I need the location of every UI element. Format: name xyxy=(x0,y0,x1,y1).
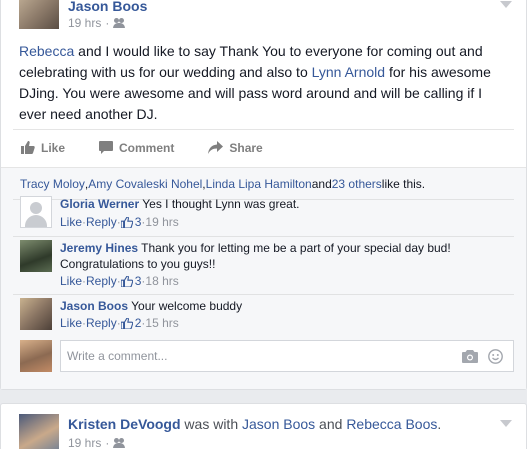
comment-body: Jason Boos Your welcome buddy xyxy=(60,298,514,314)
like-label: Like xyxy=(41,140,66,155)
commenter-avatar[interactable] xyxy=(20,240,52,272)
liker-link[interactable]: Tracy Moloy xyxy=(20,177,85,191)
comments-section: Tracy Moloy, Amy Covaleski Nohel, Linda … xyxy=(1,167,526,389)
comment-bubble-icon xyxy=(99,141,114,154)
post-options-chevron-down-icon[interactable] xyxy=(500,1,512,8)
comment-like-link[interactable]: Like xyxy=(60,274,82,288)
comment-meta: Like · Reply · 3 · 18 hrs xyxy=(60,274,179,288)
write-comment-box xyxy=(60,340,514,372)
comment-button[interactable]: Comment xyxy=(99,141,174,155)
post-meta: 19 hrs · xyxy=(68,16,126,30)
post-time[interactable]: 19 hrs xyxy=(68,436,101,449)
comment-time[interactable]: 19 hrs xyxy=(145,215,178,229)
comment-body: Jeremy Hines Thank you for letting me be… xyxy=(60,240,510,272)
comment-reply-link[interactable]: Reply xyxy=(86,215,117,229)
with-text: was with xyxy=(180,416,242,432)
mention-link[interactable]: Rebecca xyxy=(19,43,74,59)
comment-like-count[interactable]: 2 xyxy=(120,316,142,330)
comment-like-link[interactable]: Like xyxy=(60,215,82,229)
liker-link[interactable]: Amy Covaleski Nohel xyxy=(88,177,202,191)
commenter-name[interactable]: Jeremy Hines xyxy=(60,241,138,255)
likes-suffix: like this. xyxy=(381,176,426,191)
current-user-avatar xyxy=(20,340,52,372)
comment-meta: Like · Reply · 2 · 15 hrs xyxy=(60,316,179,330)
share-button[interactable]: Share xyxy=(208,140,263,155)
comment: Gloria Werner Yes I thought Lynn was gre… xyxy=(20,196,514,232)
comment-like-count[interactable]: 3 xyxy=(120,215,142,229)
thumbs-up-icon xyxy=(21,141,35,154)
meta-dot: · xyxy=(105,436,110,449)
comment-text: Yes I thought Lynn was great. xyxy=(142,197,300,211)
post-card: Kristen DeVoogd was with Jason Boos and … xyxy=(0,403,527,449)
thumbs-up-icon xyxy=(120,275,133,287)
like-count-value: 2 xyxy=(134,316,142,330)
comment-text: Your welcome buddy xyxy=(131,299,243,313)
commenter-name[interactable]: Gloria Werner xyxy=(60,197,139,211)
comment-like-count[interactable]: 3 xyxy=(120,274,142,288)
comment-time[interactable]: 18 hrs xyxy=(145,274,178,288)
post-header: Kristen DeVoogd was with Jason Boos and … xyxy=(68,416,441,432)
author-avatar[interactable] xyxy=(19,414,59,449)
comment-label: Comment xyxy=(119,140,175,155)
like-button[interactable]: Like xyxy=(21,141,65,155)
like-count-value: 3 xyxy=(134,274,142,288)
post-options-chevron-down-icon[interactable] xyxy=(500,420,512,427)
likes-and: and xyxy=(311,176,332,191)
comment-meta: Like · Reply · 3 · 19 hrs xyxy=(60,215,179,229)
friends-icon[interactable] xyxy=(113,18,126,28)
emoji-smiley-icon[interactable] xyxy=(488,348,503,364)
thumbs-up-icon xyxy=(120,216,133,228)
comment-time[interactable]: 15 hrs xyxy=(145,316,178,330)
post-author-name[interactable]: Kristen DeVoogd xyxy=(68,416,181,432)
camera-icon[interactable] xyxy=(462,349,478,363)
divider xyxy=(13,236,514,237)
commenter-avatar[interactable] xyxy=(20,298,52,330)
meta-dot: · xyxy=(105,16,110,30)
tagged-user-link[interactable]: Jason Boos xyxy=(242,416,315,432)
friends-icon[interactable] xyxy=(113,438,126,448)
post-author-name[interactable]: Jason Boos xyxy=(68,0,147,14)
comment-body: Gloria Werner Yes I thought Lynn was gre… xyxy=(60,196,514,212)
share-arrow-icon xyxy=(208,141,224,154)
share-label: Share xyxy=(229,140,263,155)
author-avatar[interactable] xyxy=(19,0,59,29)
mention-link[interactable]: Lynn Arnold xyxy=(312,64,385,80)
and-text: and xyxy=(315,416,347,432)
likes-summary: Tracy Moloy, Amy Covaleski Nohel, Linda … xyxy=(20,168,425,199)
liker-link[interactable]: Linda Lipa Hamilton xyxy=(206,177,312,191)
post-text: Rebecca and I would like to say Thank Yo… xyxy=(19,41,509,125)
post-card: Jason Boos 19 hrs · Rebecca and I would … xyxy=(0,0,527,390)
period: . xyxy=(437,416,442,432)
thumbs-up-icon xyxy=(120,317,133,329)
commenter-name[interactable]: Jason Boos xyxy=(60,299,128,313)
post-actions-bar: Like Comment Share xyxy=(13,129,514,165)
post-time[interactable]: 19 hrs xyxy=(68,16,101,30)
tagged-user-link[interactable]: Rebecca Boos xyxy=(346,416,437,432)
commenter-avatar[interactable] xyxy=(20,196,52,228)
comment-reply-link[interactable]: Reply xyxy=(86,316,117,330)
post-meta: 19 hrs · xyxy=(68,436,126,449)
comment: Jason Boos Your welcome buddy Like · Rep… xyxy=(20,298,514,334)
others-link[interactable]: 23 others xyxy=(332,177,382,191)
comment-like-link[interactable]: Like xyxy=(60,316,82,330)
divider xyxy=(13,294,514,295)
comment: Jeremy Hines Thank you for letting me be… xyxy=(20,240,514,290)
like-count-value: 3 xyxy=(134,215,142,229)
comment-reply-link[interactable]: Reply xyxy=(86,274,117,288)
comment-input[interactable] xyxy=(67,349,462,363)
